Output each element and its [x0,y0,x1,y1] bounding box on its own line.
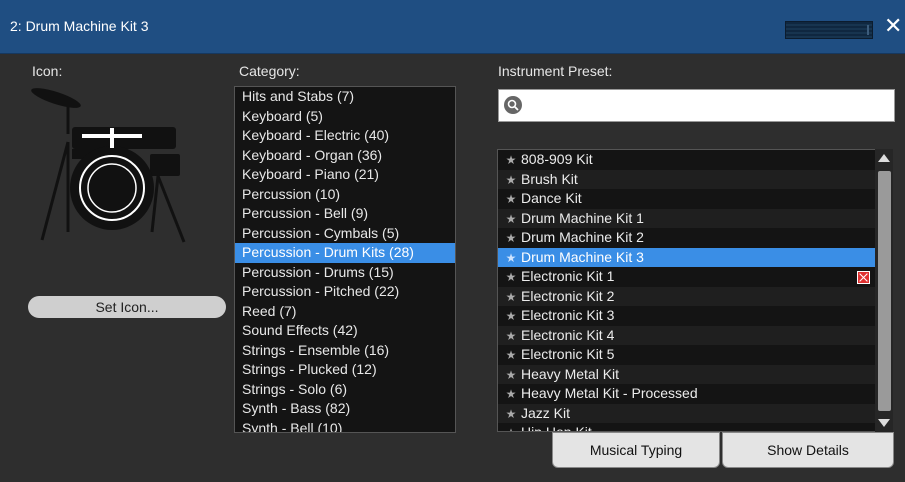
preset-scrollbar[interactable] [875,149,893,432]
category-item[interactable]: Percussion - Cymbals (5) [235,224,455,244]
preset-item[interactable]: ★ 808-909 Kit [498,150,876,170]
category-item[interactable]: Hits and Stabs (7) [235,87,455,107]
scroll-up-icon[interactable] [878,154,890,162]
preset-item[interactable]: ★Hip Hop Kit [498,423,876,432]
window-title: 2: Drum Machine Kit 3 [10,18,149,34]
preset-item[interactable]: ★ Electronic Kit 3 [498,306,876,326]
category-item[interactable]: Strings - Solo (6) [235,380,455,400]
category-item[interactable]: Percussion - Drum Kits (28) [235,243,455,263]
preset-scroll-thumb[interactable] [878,171,891,411]
category-item[interactable]: Synth - Bell (10) [235,419,455,433]
favorite-star-icon[interactable]: ★ [501,307,521,327]
category-scrollbar[interactable] [455,87,456,432]
title-bar: 2: Drum Machine Kit 3 ✕ [0,0,905,54]
preset-item-label: Electronic Kit 1 [521,268,615,284]
preset-item-label: Heavy Metal Kit - Processed [521,385,698,401]
category-item[interactable]: Strings - Plucked (12) [235,360,455,380]
preset-item-label: Electronic Kit 5 [521,346,615,362]
preset-item-label: Brush Kit [521,170,578,187]
preset-item[interactable]: ★ Brush Kit [498,169,876,191]
preset-item[interactable]: ★ Drum Machine Kit 1 [498,208,876,230]
favorite-star-icon[interactable]: ★ [501,346,521,366]
preset-item-label: Electronic Kit 3 [521,307,615,323]
preset-item-label: Dance Kit [521,190,582,206]
preset-item[interactable]: ★ Drum Machine Kit 3 [498,247,876,269]
search-icon [504,96,522,114]
category-item[interactable]: Synth - Bass (82) [235,399,455,419]
preset-item-label: Drum Machine Kit 1 [521,209,644,226]
category-item[interactable]: Percussion - Pitched (22) [235,282,455,302]
category-label: Category: [239,63,300,79]
preset-item-label: Heavy Metal Kit [521,365,620,382]
preset-item[interactable]: ★ Jazz Kit [498,403,876,425]
close-icon[interactable]: ✕ [884,15,902,39]
preset-item[interactable]: ★ Dance Kit [498,189,876,209]
favorite-star-icon[interactable]: ★ [501,151,521,171]
favorite-star-icon[interactable]: ★ [501,268,521,288]
icon-label: Icon: [32,63,63,79]
category-item[interactable]: Sound Effects (42) [235,321,455,341]
preset-item[interactable]: ★ Electronic Kit 2 [498,286,876,308]
preset-item-label: Hip Hop Kit [521,424,592,432]
search-input[interactable] [529,94,888,118]
preset-item[interactable]: ★ Electronic Kit 5 [498,345,876,365]
favorite-star-icon[interactable]: ★ [501,229,521,249]
category-item[interactable]: Strings - Ensemble (16) [235,341,455,361]
category-item[interactable]: Percussion - Bell (9) [235,204,455,224]
set-icon-button[interactable]: Set Icon... [28,296,226,318]
category-item[interactable]: Keyboard (5) [235,107,455,127]
favorite-star-icon[interactable]: ★ [501,171,521,191]
category-item[interactable]: Keyboard - Electric (40) [235,126,455,146]
favorite-star-icon[interactable]: ★ [501,249,521,269]
show-details-button[interactable]: Show Details [722,432,894,468]
category-list[interactable]: Hits and Stabs (7) Keyboard (5) Keyboard -… [234,86,456,433]
scroll-down-icon[interactable] [878,419,890,427]
favorite-star-icon[interactable]: ★ [501,288,521,308]
preset-item[interactable]: ★ Heavy Metal Kit [498,364,876,386]
drum-kit-icon [31,88,186,243]
preset-list[interactable]: ★ 808-909 Kit ★ Brush Kit ★ Dance Kit ★ Drum Ma… [497,149,877,432]
preset-search[interactable] [498,89,895,122]
category-item[interactable]: Keyboard - Piano (21) [235,165,455,185]
category-item[interactable]: Reed (7) [235,302,455,322]
instrument-preset-label: Instrument Preset: [498,63,613,79]
preset-item[interactable]: ★ Drum Machine Kit 2 [498,228,876,248]
preset-item-label: 808-909 Kit [521,151,593,167]
preset-item-label: Drum Machine Kit 2 [521,229,644,245]
preset-item-label: Jazz Kit [521,404,571,421]
preset-item[interactable]: ★ Heavy Metal Kit - Processed [498,384,876,404]
preset-item[interactable]: ★ Electronic Kit 4 [498,325,876,347]
preset-item-label: Drum Machine Kit 3 [521,248,644,265]
preset-item-label: Electronic Kit 4 [521,326,615,343]
favorite-star-icon[interactable]: ★ [501,366,521,386]
category-item[interactable]: Percussion (10) [235,185,455,205]
preset-item[interactable]: ★ Electronic Kit 1 [498,267,876,287]
favorite-star-icon[interactable]: ★ [501,327,521,347]
category-item[interactable]: Percussion - Drums (15) [235,263,455,283]
favorite-star-icon[interactable]: ★ [501,210,521,230]
favorite-star-icon[interactable]: ★ [501,385,521,405]
favorite-star-icon[interactable]: ★ [501,190,521,210]
delete-icon[interactable] [857,271,870,284]
category-item[interactable]: Keyboard - Organ (36) [235,146,455,166]
level-meter [785,21,873,39]
favorite-star-icon[interactable]: ★ [501,405,521,425]
favorite-star-icon[interactable]: ★ [501,424,521,431]
preset-item-label: Electronic Kit 2 [521,287,615,304]
musical-typing-button[interactable]: Musical Typing [552,432,720,468]
